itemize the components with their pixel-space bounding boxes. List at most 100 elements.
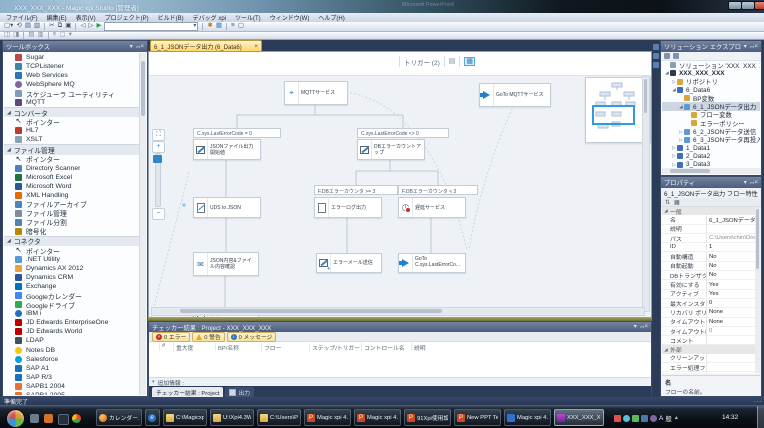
property-value[interactable]: 0 <box>707 300 755 306</box>
show-desktop-button[interactable] <box>757 406 764 428</box>
taskbar-button-ppt-magicxpi[interactable]: P Magic xpi 4.... <box>304 409 351 426</box>
toolbox-item[interactable]: TCPListener <box>4 62 140 71</box>
branch-condition-right[interactable]: C.sys.LastErrorCode <> 0 <box>357 128 449 138</box>
property-row[interactable]: エラー処理フロー <box>662 362 755 373</box>
navigate-back-icon[interactable]: ◁ <box>80 23 85 30</box>
categorized-view-icon[interactable]: ▦ <box>674 199 680 206</box>
toolbox-item[interactable]: ↖ ポインター <box>4 246 140 256</box>
property-row[interactable]: パス C:\Users\chin\Doc <box>662 233 755 244</box>
property-row[interactable]: 説明 <box>662 224 755 234</box>
sort-az-icon[interactable]: ⇅ <box>665 199 670 206</box>
toolbox-item[interactable]: ファイルアーカイブ <box>4 200 140 209</box>
taskbar-button-folder-xpi43[interactable]: U:\Xpi4.3Wo... <box>210 409 254 426</box>
errors-toggle-button[interactable]: × 0 エラー <box>152 331 191 342</box>
property-value[interactable]: None <box>707 319 755 325</box>
frame-icon[interactable]: ▢ <box>59 32 65 39</box>
toolbox-category-file[interactable]: ◢ ファイル管理 <box>4 144 140 155</box>
save-icon[interactable]: ▤ <box>25 23 31 30</box>
scrollbar-thumb[interactable] <box>670 169 710 173</box>
tree-item-6-2-json-send[interactable]: ▷ 6_2_JSONデータ送信 <box>662 127 760 136</box>
column-bp-name[interactable]: BP/名称 <box>215 343 239 352</box>
tree-item-bp-vars[interactable]: BP変数 <box>662 94 760 102</box>
property-row[interactable]: 最大インスタンス0 <box>662 298 755 309</box>
tree-item-6-3-json-reinput[interactable]: ▷ 6_3_JSONデータ再投入 <box>662 136 760 144</box>
ime-input-mode[interactable]: A <box>659 415 663 422</box>
close-icon[interactable]: × <box>140 44 144 50</box>
align-left-icon[interactable]: ◫ <box>4 32 10 39</box>
chevron-down-icon[interactable]: ▾ <box>744 44 747 50</box>
toolbox-header[interactable]: ツールボックス ▾ t × <box>3 41 147 52</box>
flow-node-json-start[interactable]: JSONファイル出力開始値 <box>193 139 261 160</box>
additional-info-row[interactable]: ▾ 追加情報 : <box>149 377 651 387</box>
taskbar-button-magic-studio-active[interactable]: XXX_XXX_X... <box>554 409 604 426</box>
collapsed-panel-icon[interactable] <box>653 62 659 68</box>
property-value[interactable]: 6_1_JSONデータ出 <box>707 215 755 224</box>
menu-edit[interactable]: 編集(E) <box>47 13 67 22</box>
toolbox-item[interactable]: ファイル分割 <box>4 218 140 227</box>
tree-item-6-1-json-output[interactable]: ◢ 6_1_JSONデータ出力 <box>662 102 760 111</box>
checker-header[interactable]: チェッカー結果 : Project - XXX_XXX_XXX ▾ t × <box>149 322 651 332</box>
menu-project[interactable]: プロジェクト(P) <box>105 13 149 22</box>
taskbar-button-ie[interactable]: e <box>145 409 160 426</box>
flow-node-goto-errorcode[interactable]: GoTo C.sys.LastErrorCo... <box>398 253 466 273</box>
warnings-toggle-button[interactable]: 0 警告 <box>192 331 225 342</box>
menu-debug[interactable]: デバッグ xpi <box>193 13 226 22</box>
scrollbar-thumb[interactable] <box>644 79 647 113</box>
toolbox-item[interactable]: Notes DB <box>4 346 140 355</box>
toolbox-item[interactable]: Directory Scanner <box>4 164 140 173</box>
property-row[interactable]: DBトランザクシ:No <box>662 270 755 281</box>
canvas-vertical-scrollbar[interactable] <box>642 76 650 312</box>
properties-header[interactable]: プロパティ ▾ t × <box>661 177 761 188</box>
fit-to-screen-button[interactable]: ⛶ <box>152 129 165 141</box>
quick-launch-icon[interactable] <box>30 414 39 423</box>
taskbar-button-ppt-91xpi[interactable]: P 91Xpi使用設... <box>404 409 451 426</box>
toolbox-item[interactable]: IBM i <box>4 309 140 318</box>
toolbox-item[interactable]: .NET Utility <box>4 255 140 264</box>
property-row[interactable]: 有効にする Yes <box>662 280 755 290</box>
trigger-view-selected-icon[interactable]: ▦ <box>464 57 475 66</box>
flow-node-uds-to-json[interactable]: UDS to JSON <box>193 197 261 218</box>
start-button[interactable] <box>6 409 25 428</box>
toolbox-item[interactable]: ↖ ポインター <box>4 117 140 127</box>
quick-launch-icon[interactable] <box>72 414 81 423</box>
collapsed-panel-icon[interactable] <box>653 53 659 59</box>
toolbox-item[interactable]: スケジューラ ユーティリティ <box>4 89 140 99</box>
property-row[interactable]: アクティブ Yes <box>662 289 755 299</box>
column-step-trigger[interactable]: ステップ/トリガー <box>309 343 360 352</box>
menu-build[interactable]: ビルド(B) <box>158 13 184 22</box>
branch-condition-left[interactable]: C.sys.LastErrorCode = 0 <box>193 128 281 138</box>
zoom-slider-handle[interactable] <box>153 155 162 163</box>
search-combobox[interactable] <box>104 22 199 31</box>
property-row[interactable]: 自動起動 No <box>662 261 755 272</box>
tray-expand-icon[interactable]: ▲ <box>674 415 679 421</box>
navigate-forward-icon[interactable]: ▷ <box>88 23 93 30</box>
more-icon[interactable]: ▾ <box>69 32 72 39</box>
toolbox-item[interactable]: ↖ ポインター <box>4 155 140 165</box>
chevron-down-icon[interactable]: ▾ <box>130 44 133 50</box>
flow-node-mqtt-trigger[interactable]: ⌖ MQTTサービス <box>284 81 348 105</box>
close-button[interactable] <box>754 1 764 10</box>
property-value[interactable]: No <box>707 254 755 260</box>
taskbar-button-folder-magicxpi[interactable]: C:\Magicxpi... <box>163 409 207 426</box>
ime-conversion-mode[interactable]: 般 <box>665 413 672 423</box>
toolbox-item[interactable]: Sugar <box>4 53 140 62</box>
refresh-icon[interactable] <box>673 53 679 59</box>
messages-toggle-button[interactable]: i 0 メッセージ <box>226 331 277 342</box>
close-icon[interactable]: × <box>754 180 758 186</box>
pin-icon[interactable]: t <box>748 46 754 48</box>
taskbar-button-calendar[interactable]: カレンダー... <box>96 409 142 426</box>
pin-icon[interactable]: t <box>638 326 644 328</box>
tray-network-icon[interactable] <box>641 414 648 422</box>
toolbox-item[interactable]: LDAP <box>4 336 140 345</box>
toolbox-category-converters[interactable]: ◢ コンバータ <box>4 107 140 118</box>
property-value[interactable]: Yes <box>707 282 755 288</box>
minimize-button[interactable] <box>728 1 742 10</box>
document-tab[interactable]: 6_1_JSONデータ出力 (6_Data6) × <box>150 40 262 51</box>
toolbox-item[interactable]: Dynamics AX 2012 <box>4 264 140 273</box>
taskbar-button-magic-help[interactable]: Magic xpi 4.... <box>504 409 551 426</box>
tab-output[interactable]: 出力 <box>225 387 255 397</box>
copy-icon[interactable]: ⧉ <box>58 23 63 30</box>
flow-node-db-countup[interactable]: DBエラーカウントアップ <box>357 139 425 160</box>
title-bar[interactable]: XXX_XXX_XXX - Magic xpi Studio [管理者] Mic… <box>0 0 764 13</box>
menu-window[interactable]: ウィンドウ(W) <box>270 13 310 22</box>
